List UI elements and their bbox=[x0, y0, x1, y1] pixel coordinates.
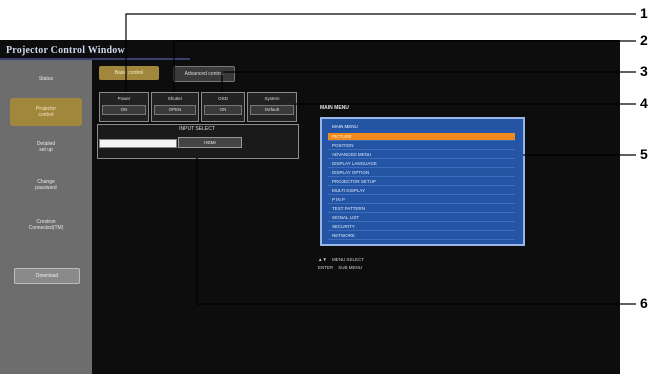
callout-leaders bbox=[125, 13, 636, 305]
leader-line-2 bbox=[173, 40, 636, 92]
callout-number-2: 2 bbox=[640, 32, 648, 48]
callout-number-5: 5 bbox=[640, 146, 648, 162]
callout-number-1: 1 bbox=[640, 5, 648, 21]
leader-line-3 bbox=[221, 71, 636, 92]
callout-number-3: 3 bbox=[640, 63, 648, 79]
leader-line-1 bbox=[125, 13, 636, 92]
leader-line-6 bbox=[196, 157, 636, 305]
callout-number-4: 4 bbox=[640, 95, 648, 111]
callout-number-6: 6 bbox=[640, 295, 648, 311]
